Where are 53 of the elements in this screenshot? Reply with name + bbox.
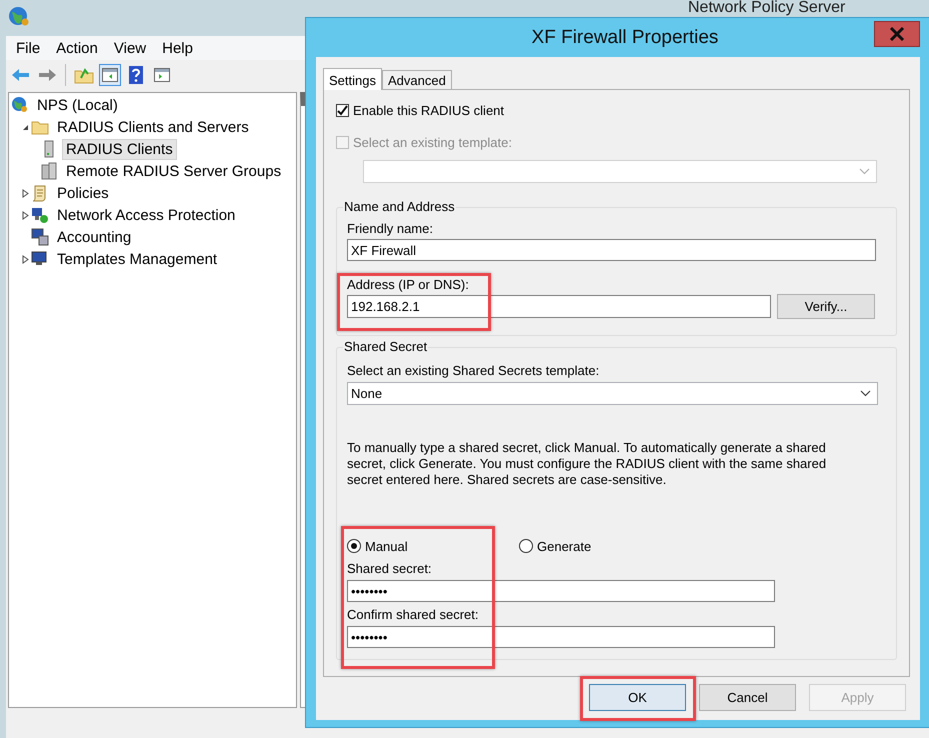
radio-label: Manual [365, 538, 408, 554]
accounting-icon [31, 228, 49, 246]
field-label: Select an existing Shared Secrets template: [347, 363, 600, 378]
menu-item[interactable]: Action [48, 40, 106, 56]
window-title: Network Policy Server [688, 0, 846, 16]
input-field[interactable]: 192.168.2.1 [347, 295, 771, 318]
expand-arrow-icon[interactable] [20, 210, 31, 220]
pane-toggle-button[interactable] [99, 64, 121, 86]
close-icon [889, 27, 905, 41]
expand-arrow-icon[interactable] [20, 254, 31, 264]
field-label: Friendly name: [347, 221, 434, 236]
network-icon [31, 206, 49, 224]
chevron-down-icon [860, 390, 871, 397]
menu-item[interactable]: File [8, 40, 48, 56]
dialog-title: XF Firewall Properties [532, 26, 718, 48]
chevron-down-icon [859, 168, 870, 175]
dialog-button[interactable]: Cancel [699, 684, 796, 711]
verify-button[interactable]: Verify... [777, 294, 875, 319]
tab[interactable]: Advanced [382, 70, 452, 89]
password-field[interactable]: •••••••• [347, 580, 775, 602]
field-label: Confirm shared secret: [347, 607, 480, 622]
tree-item[interactable]: Accounting [53, 226, 136, 248]
tree-item[interactable]: RADIUS Clients [62, 138, 177, 160]
monitor-icon [31, 250, 49, 268]
radio-button[interactable] [519, 539, 533, 553]
tab[interactable]: Settings [323, 68, 382, 90]
help-text: To manually type a shared secret, click Manual. To automatically generate a shared secret, click Generate. You must configure the RADIUS client with the same shared secret entered here. Shared secrets are case-sensitive. [347, 440, 828, 488]
field-label: Address (IP or DNS): [347, 277, 470, 292]
menu-item[interactable]: Help [154, 40, 201, 56]
checkbox-label: Enable this RADIUS client [353, 102, 504, 118]
globe-icon [11, 96, 29, 114]
globe-icon [8, 6, 30, 28]
tree-item[interactable]: RADIUS Clients and Servers [53, 116, 253, 138]
close-button[interactable] [874, 21, 920, 47]
group-title: Shared Secret [343, 339, 428, 354]
input-field[interactable]: XF Firewall [347, 239, 876, 261]
checkbox-label: Select an existing template: [353, 134, 512, 150]
radio-button[interactable] [347, 539, 361, 553]
tree-item[interactable]: Remote RADIUS Server Groups [62, 160, 286, 182]
tree-item[interactable]: NPS (Local) [33, 94, 122, 116]
secrets-template-dropdown[interactable]: None [347, 382, 878, 405]
tree-item[interactable]: Templates Management [53, 248, 222, 270]
expand-arrow-icon[interactable] [20, 188, 31, 198]
servers-icon [40, 162, 58, 180]
radio-label: Generate [537, 538, 592, 554]
menu-item[interactable]: View [106, 40, 154, 56]
dialog-button[interactable]: OK [589, 684, 686, 711]
checkbox[interactable] [336, 104, 349, 116]
password-field[interactable]: •••••••• [347, 626, 775, 648]
field-label: Shared secret: [347, 561, 433, 576]
group-title: Name and Address [343, 199, 456, 214]
tree-item[interactable]: Policies [53, 182, 113, 204]
tree-item[interactable]: Network Access Protection [53, 204, 240, 226]
